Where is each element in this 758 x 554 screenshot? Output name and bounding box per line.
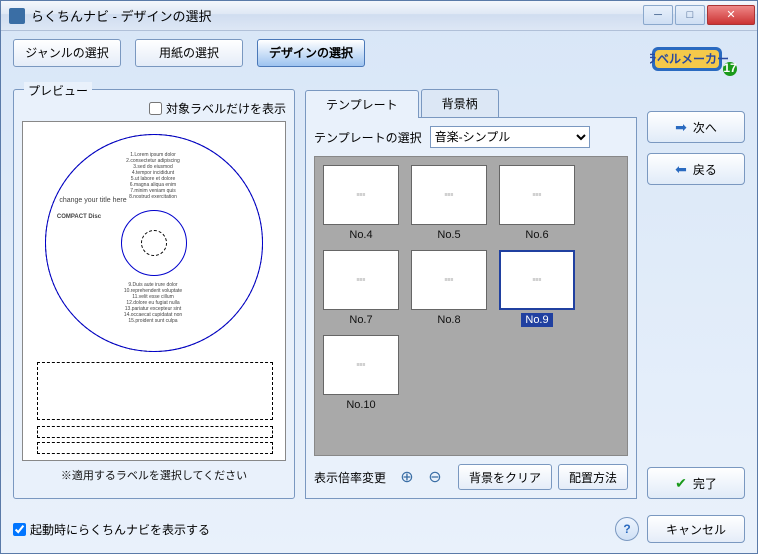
template-item[interactable]: ≡≡≡No.8: [411, 250, 487, 327]
template-item[interactable]: ≡≡≡No.4: [323, 165, 399, 242]
template-thumbnails[interactable]: ≡≡≡No.4 ≡≡≡No.5 ≡≡≡No.6 ≡≡≡No.7 ≡≡≡No.8 …: [314, 156, 628, 456]
disc-title-text: change your title here: [58, 197, 128, 204]
preview-panel: プレビュー 対象ラベルだけを表示 1.Lorem ipsum dolor2.co…: [13, 89, 295, 499]
spine-label-1[interactable]: [37, 362, 273, 420]
zoom-out-icon[interactable]: ⊖: [424, 466, 446, 488]
spine-label-3[interactable]: [37, 442, 273, 454]
cancel-button[interactable]: キャンセル: [647, 515, 745, 543]
app-icon: [9, 8, 25, 24]
step-tab-paper[interactable]: 用紙の選択: [135, 39, 243, 67]
close-button[interactable]: ✕: [707, 5, 755, 25]
target-only-checkbox[interactable]: [149, 102, 162, 115]
step-tab-genre[interactable]: ジャンルの選択: [13, 39, 121, 67]
arrow-left-icon: ⬅: [675, 161, 687, 178]
template-item[interactable]: ≡≡≡No.6: [499, 165, 575, 242]
app-window: らくちんナビ - デザインの選択 ─ □ ✕ ジャンルの選択 用紙の選択 デザイ…: [0, 0, 758, 554]
startup-checkbox[interactable]: [13, 523, 26, 536]
step-tabs: ジャンルの選択 用紙の選択 デザインの選択 ラベルメーカー 17: [1, 31, 757, 79]
maximize-button[interactable]: □: [675, 5, 705, 25]
preview-note: ※適用するラベルを選択してください: [22, 467, 286, 483]
disc-hole: [141, 230, 167, 256]
target-only-row: 対象ラベルだけを表示: [22, 100, 286, 117]
template-category-select[interactable]: 音楽-シンプル: [430, 126, 590, 148]
footer: 起動時にらくちんナビを表示する ? キャンセル: [1, 509, 757, 553]
layout-method-button[interactable]: 配置方法: [558, 464, 628, 490]
preview-canvas[interactable]: 1.Lorem ipsum dolor2.consectetur adipisc…: [22, 121, 286, 461]
arrow-right-icon: ➡: [675, 119, 687, 136]
spine-label-2[interactable]: [37, 426, 273, 438]
minimize-button[interactable]: ─: [643, 5, 673, 25]
disc-tracklist-top: 1.Lorem ipsum dolor2.consectetur adipisc…: [103, 152, 203, 200]
right-panel: テンプレート 背景柄 テンプレートの選択 音楽-シンプル ≡≡≡No.4 ≡≡≡…: [305, 89, 637, 499]
brand-logo: ラベルメーカー 17: [645, 39, 745, 79]
main-area: プレビュー 対象ラベルだけを表示 1.Lorem ipsum dolor2.co…: [1, 79, 757, 509]
sub-tabs: テンプレート 背景柄: [305, 89, 637, 118]
side-buttons: ➡ 次へ ⬅ 戻る ✔ 完了: [647, 89, 745, 499]
template-item-selected[interactable]: ≡≡≡No.9: [499, 250, 575, 327]
template-select-label: テンプレートの選択: [314, 129, 422, 146]
template-select-row: テンプレートの選択 音楽-シンプル: [314, 126, 628, 148]
zoom-in-icon[interactable]: ⊕: [396, 466, 418, 488]
svg-text:ラベルメーカー: ラベルメーカー: [650, 52, 729, 66]
check-icon: ✔: [675, 475, 687, 492]
subtab-template[interactable]: テンプレート: [305, 90, 419, 118]
finish-button[interactable]: ✔ 完了: [647, 467, 745, 499]
disc-brand-text: COMPACT Disc: [55, 214, 103, 220]
startup-label: 起動時にらくちんナビを表示する: [30, 521, 210, 538]
preview-legend: プレビュー: [24, 82, 92, 99]
next-button[interactable]: ➡ 次へ: [647, 111, 745, 143]
back-button[interactable]: ⬅ 戻る: [647, 153, 745, 185]
template-item[interactable]: ≡≡≡No.10: [323, 335, 399, 412]
help-button[interactable]: ?: [615, 517, 639, 541]
titlebar: らくちんナビ - デザインの選択 ─ □ ✕: [1, 1, 757, 31]
startup-check-row: 起動時にらくちんナビを表示する: [13, 521, 210, 538]
template-item[interactable]: ≡≡≡No.7: [323, 250, 399, 327]
window-controls: ─ □ ✕: [641, 5, 755, 27]
window-title: らくちんナビ - デザインの選択: [31, 6, 641, 25]
template-body: テンプレートの選択 音楽-シンプル ≡≡≡No.4 ≡≡≡No.5 ≡≡≡No.…: [305, 118, 637, 499]
svg-text:17: 17: [723, 61, 737, 75]
template-toolbar: 表示倍率変更 ⊕ ⊖ 背景をクリア 配置方法: [314, 464, 628, 490]
disc-tracklist-bottom: 9.Duis aute irure dolor10.reprehenderit …: [103, 282, 203, 324]
subtab-background[interactable]: 背景柄: [421, 89, 499, 117]
zoom-label: 表示倍率変更: [314, 469, 386, 486]
template-item[interactable]: ≡≡≡No.5: [411, 165, 487, 242]
step-tab-design[interactable]: デザインの選択: [257, 39, 365, 67]
clear-background-button[interactable]: 背景をクリア: [458, 464, 552, 490]
target-only-label: 対象ラベルだけを表示: [166, 100, 286, 117]
